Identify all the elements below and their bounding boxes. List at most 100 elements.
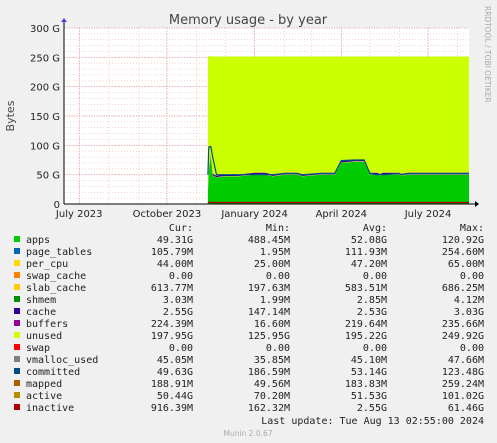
legend-max-value: 254.60M	[442, 247, 484, 258]
line-inactive	[207, 201, 469, 204]
legend-name: apps	[26, 235, 50, 246]
legend-max-value: 101.02G	[442, 391, 484, 402]
legend-cur-value: 197.95G	[151, 331, 193, 342]
legend-avg-value: 183.83M	[345, 379, 387, 390]
legend-cur-value: 0.00	[169, 271, 193, 282]
y-axis-arrow	[61, 18, 67, 22]
legend-cur-value: 50.44G	[157, 391, 193, 402]
legend-avg-value: 219.64M	[345, 319, 387, 330]
legend-name: shmem	[26, 295, 56, 306]
legend-cur-value: 3.03M	[163, 295, 193, 306]
legend-max-value: 123.48G	[442, 367, 484, 378]
legend-cur-value: 105.79M	[151, 247, 193, 258]
x-tick-label: January 2024	[220, 209, 288, 220]
legend-cur-value: 224.39M	[151, 319, 193, 330]
legend-avg-value: 0.00	[363, 271, 387, 282]
legend-swatch-swap_cache	[14, 272, 20, 278]
legend-cur-value: 0.00	[169, 343, 193, 354]
legend-min-value: 147.14M	[248, 307, 290, 318]
legend-max-value: 3.03G	[454, 307, 484, 318]
legend-min-value: 25.00M	[254, 259, 290, 270]
legend-min-value: 488.45M	[248, 235, 290, 246]
legend-swatch-active	[14, 392, 20, 398]
legend-avg-value: 47.20M	[351, 259, 387, 270]
legend-header-avg: Avg:	[363, 223, 387, 234]
legend-cur-value: 188.91M	[151, 379, 193, 390]
legend-min-value: 16.60M	[254, 319, 290, 330]
legend-max-value: 47.66M	[448, 355, 484, 366]
legend-header-cur: Cur:	[169, 223, 193, 234]
legend-name: unused	[26, 331, 62, 342]
legend-cur-value: 45.05M	[157, 355, 193, 366]
legend-min-value: 49.56M	[254, 379, 290, 390]
chart-title: Memory usage - by year	[169, 13, 328, 28]
legend-cur-value: 2.55G	[163, 307, 193, 318]
legend-name: slab_cache	[26, 283, 86, 294]
legend-max-value: 235.66M	[442, 319, 484, 330]
legend-max-value: 61.46G	[448, 403, 484, 414]
legend-min-value: 0.00	[266, 343, 290, 354]
legend-swatch-page_tables	[14, 248, 20, 254]
legend-avg-value: 2.85M	[357, 295, 387, 306]
legend-max-value: 4.12M	[454, 295, 484, 306]
legend-min-value: 197.63M	[248, 283, 290, 294]
legend-min-value: 162.32M	[248, 403, 290, 414]
legend-avg-value: 52.08G	[351, 235, 387, 246]
y-tick-label: 300 G	[30, 24, 60, 35]
legend-header-max: Max:	[460, 223, 484, 234]
legend-swatch-slab_cache	[14, 284, 20, 290]
legend-avg-value: 111.93M	[345, 247, 387, 258]
last-update: Last update: Tue Aug 13 02:55:00 2024	[261, 416, 484, 427]
legend-avg-value: 2.53G	[357, 307, 387, 318]
legend-cur-value: 916.39M	[151, 403, 193, 414]
chart: Memory usage - by year Bytes RRDTOOL / T…	[4, 6, 492, 438]
legend-name: cache	[26, 307, 56, 318]
legend-min-value: 70.20M	[254, 391, 290, 402]
legend-name: inactive	[26, 403, 74, 414]
legend-max-value: 0.00	[460, 343, 484, 354]
legend-min-value: 1.99M	[260, 295, 290, 306]
legend-min-value: 0.00	[266, 271, 290, 282]
legend-max-value: 120.92G	[442, 235, 484, 246]
munin-version: Munin 2.0.67	[223, 429, 272, 438]
legend-swatch-apps	[14, 236, 20, 242]
legend-avg-value: 53.14G	[351, 367, 387, 378]
y-tick-label: 150 G	[30, 112, 60, 123]
legend-avg-value: 45.10M	[351, 355, 387, 366]
legend-cur-value: 49.63G	[157, 367, 193, 378]
y-tick-label: 250 G	[30, 53, 60, 64]
legend-name: buffers	[26, 319, 68, 330]
legend-header-min: Min:	[266, 223, 290, 234]
legend-swatch-vmalloc_used	[14, 356, 20, 362]
side-label: RRDTOOL / TOBI OETIKER	[483, 6, 492, 103]
x-tick-label: April 2024	[316, 209, 367, 220]
x-tick-label: July 2023	[55, 209, 103, 220]
y-tick-label: 100 G	[30, 141, 60, 152]
legend-swatch-unused	[14, 332, 20, 338]
legend-name: committed	[26, 367, 80, 378]
legend-min-value: 1.95M	[260, 247, 290, 258]
x-tick-label: July 2024	[404, 209, 452, 220]
legend-name: vmalloc_used	[26, 355, 98, 366]
legend-swatch-cache	[14, 308, 20, 314]
legend: Cur: Min: Avg: Max:apps 49.31G 488.45M 52.08G 1…	[14, 223, 484, 414]
y-tick-label: 200 G	[30, 83, 60, 94]
legend-max-value: 0.00	[460, 271, 484, 282]
y-tick-label: 50 G	[36, 171, 60, 182]
legend-name: swap_cache	[26, 271, 86, 282]
legend-avg-value: 583.51M	[345, 283, 387, 294]
legend-cur-value: 44.00M	[157, 259, 193, 270]
legend-avg-value: 2.55G	[357, 403, 387, 414]
legend-name: mapped	[26, 379, 62, 390]
legend-swatch-inactive	[14, 404, 20, 410]
legend-cur-value: 49.31G	[157, 235, 193, 246]
legend-swatch-per_cpu	[14, 260, 20, 266]
legend-cur-value: 613.77M	[151, 283, 193, 294]
legend-swatch-shmem	[14, 296, 20, 302]
legend-swatch-mapped	[14, 380, 20, 386]
y-axis-label: Bytes	[4, 100, 17, 131]
legend-name: per_cpu	[26, 259, 68, 270]
legend-name: active	[26, 391, 62, 402]
legend-swatch-committed	[14, 368, 20, 374]
legend-avg-value: 51.53G	[351, 391, 387, 402]
